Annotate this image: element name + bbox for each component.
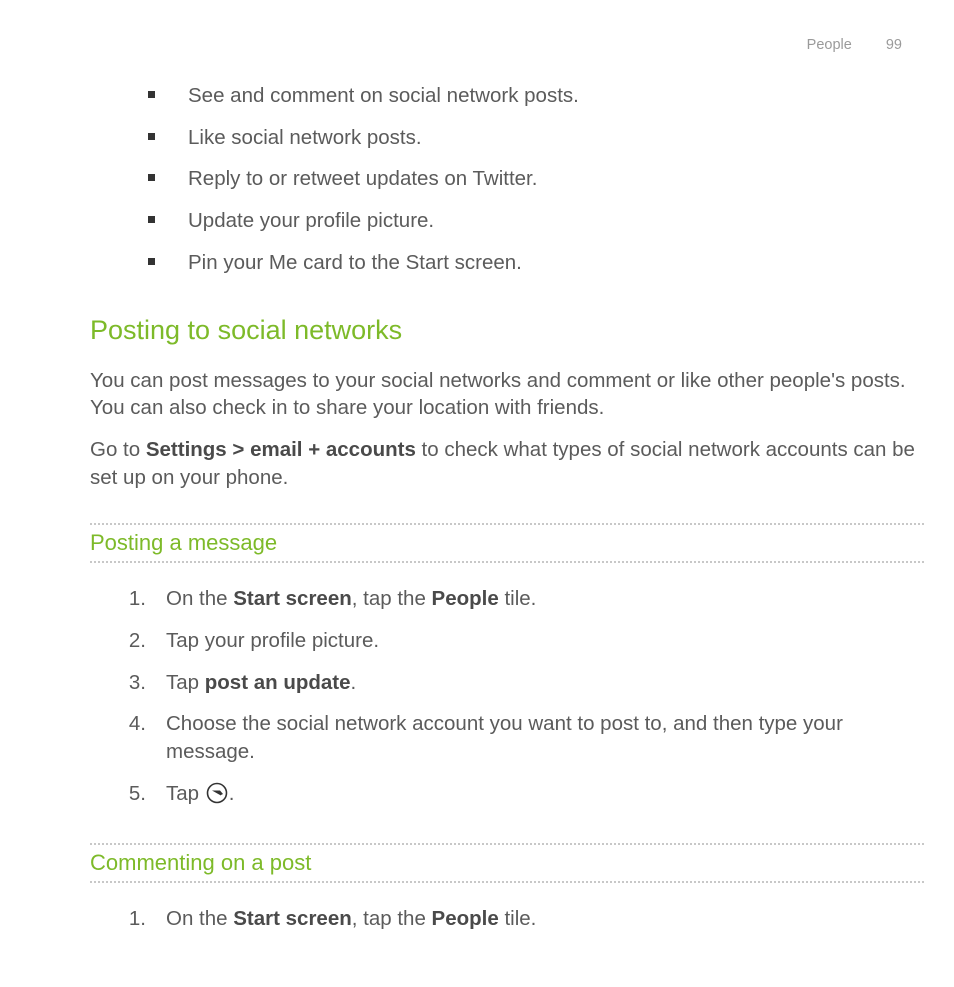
step-item: Choose the social network account you wa… bbox=[112, 710, 924, 765]
section-heading: Posting to social networks bbox=[90, 312, 924, 348]
page-header: People 99 bbox=[807, 36, 902, 56]
bold-text: Start screen bbox=[233, 587, 352, 610]
subheading-block: Commenting on a post bbox=[90, 843, 924, 883]
bold-text: post an update bbox=[205, 671, 351, 694]
intro-paragraph-1: You can post messages to your social net… bbox=[90, 367, 918, 422]
text: tile. bbox=[499, 587, 537, 610]
step-item: Tap your profile picture. bbox=[112, 627, 924, 655]
step-item: Tap post an update. bbox=[112, 669, 924, 697]
feature-list: See and comment on social network posts.… bbox=[148, 82, 924, 276]
sub-heading: Commenting on a post bbox=[90, 848, 924, 878]
list-item: Reply to or retweet updates on Twitter. bbox=[148, 165, 924, 193]
list-item: Update your profile picture. bbox=[148, 207, 924, 235]
step-item: Tap . bbox=[112, 780, 924, 812]
page-number: 99 bbox=[886, 37, 902, 53]
bold-text: People bbox=[432, 587, 499, 610]
dotted-divider bbox=[90, 843, 924, 845]
dotted-divider bbox=[90, 523, 924, 525]
bold-text: Start screen bbox=[233, 907, 352, 930]
subheading-block: Posting a message bbox=[90, 523, 924, 563]
list-item: Pin your Me card to the Start screen. bbox=[148, 249, 924, 277]
step-item: On the Start screen, tap the People tile… bbox=[112, 905, 924, 933]
document-page: People 99 See and comment on social netw… bbox=[0, 0, 954, 987]
dotted-divider bbox=[90, 561, 924, 563]
text: Go to bbox=[90, 438, 146, 461]
text: , tap the bbox=[352, 907, 432, 930]
step-item: On the Start screen, tap the People tile… bbox=[112, 585, 924, 613]
list-item: See and comment on social network posts. bbox=[148, 82, 924, 110]
text: On the bbox=[166, 907, 233, 930]
sub-heading: Posting a message bbox=[90, 528, 924, 558]
text: . bbox=[351, 671, 357, 694]
text: . bbox=[229, 782, 235, 805]
bold-text: People bbox=[432, 907, 499, 930]
text: Tap bbox=[166, 671, 205, 694]
list-item: Like social network posts. bbox=[148, 124, 924, 152]
steps-posting-message: On the Start screen, tap the People tile… bbox=[112, 585, 924, 811]
text: tile. bbox=[499, 907, 537, 930]
steps-commenting: On the Start screen, tap the People tile… bbox=[112, 905, 924, 933]
text: On the bbox=[166, 587, 233, 610]
dotted-divider bbox=[90, 881, 924, 883]
send-icon bbox=[206, 782, 228, 812]
section-name: People bbox=[807, 37, 852, 53]
bold-text: Settings > email + accounts bbox=[146, 438, 416, 461]
text: Tap bbox=[166, 782, 205, 805]
intro-paragraph-2: Go to Settings > email + accounts to che… bbox=[90, 436, 918, 491]
text: , tap the bbox=[352, 587, 432, 610]
